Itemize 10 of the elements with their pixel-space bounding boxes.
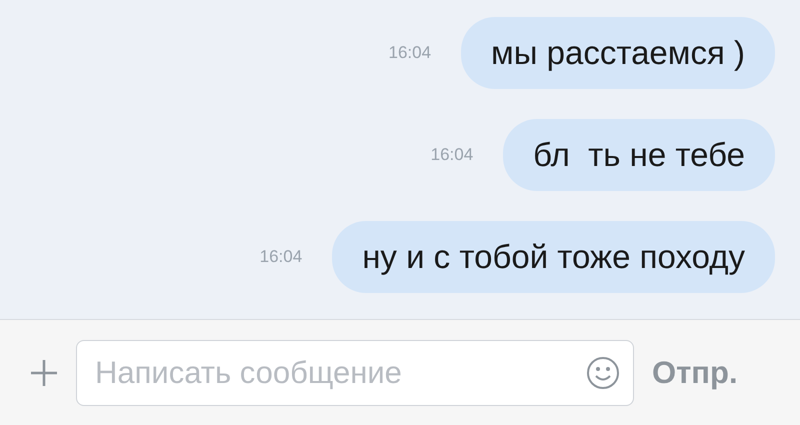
message-bubble: бл ть не тебе bbox=[503, 119, 775, 191]
smiley-icon[interactable] bbox=[586, 356, 620, 390]
send-button[interactable]: Отпр. bbox=[652, 354, 738, 390]
message-time: 16:04 bbox=[260, 247, 302, 267]
message-bubble: ну и с тобой тоже походу bbox=[332, 221, 775, 293]
message-time: 16:04 bbox=[430, 145, 474, 165]
message-bubble: мы расстаемся ) bbox=[461, 17, 775, 89]
plus-icon[interactable] bbox=[30, 358, 58, 386]
message-input-field[interactable]: Написать сообщение bbox=[76, 340, 634, 406]
message-time: 16:04 bbox=[388, 43, 432, 63]
